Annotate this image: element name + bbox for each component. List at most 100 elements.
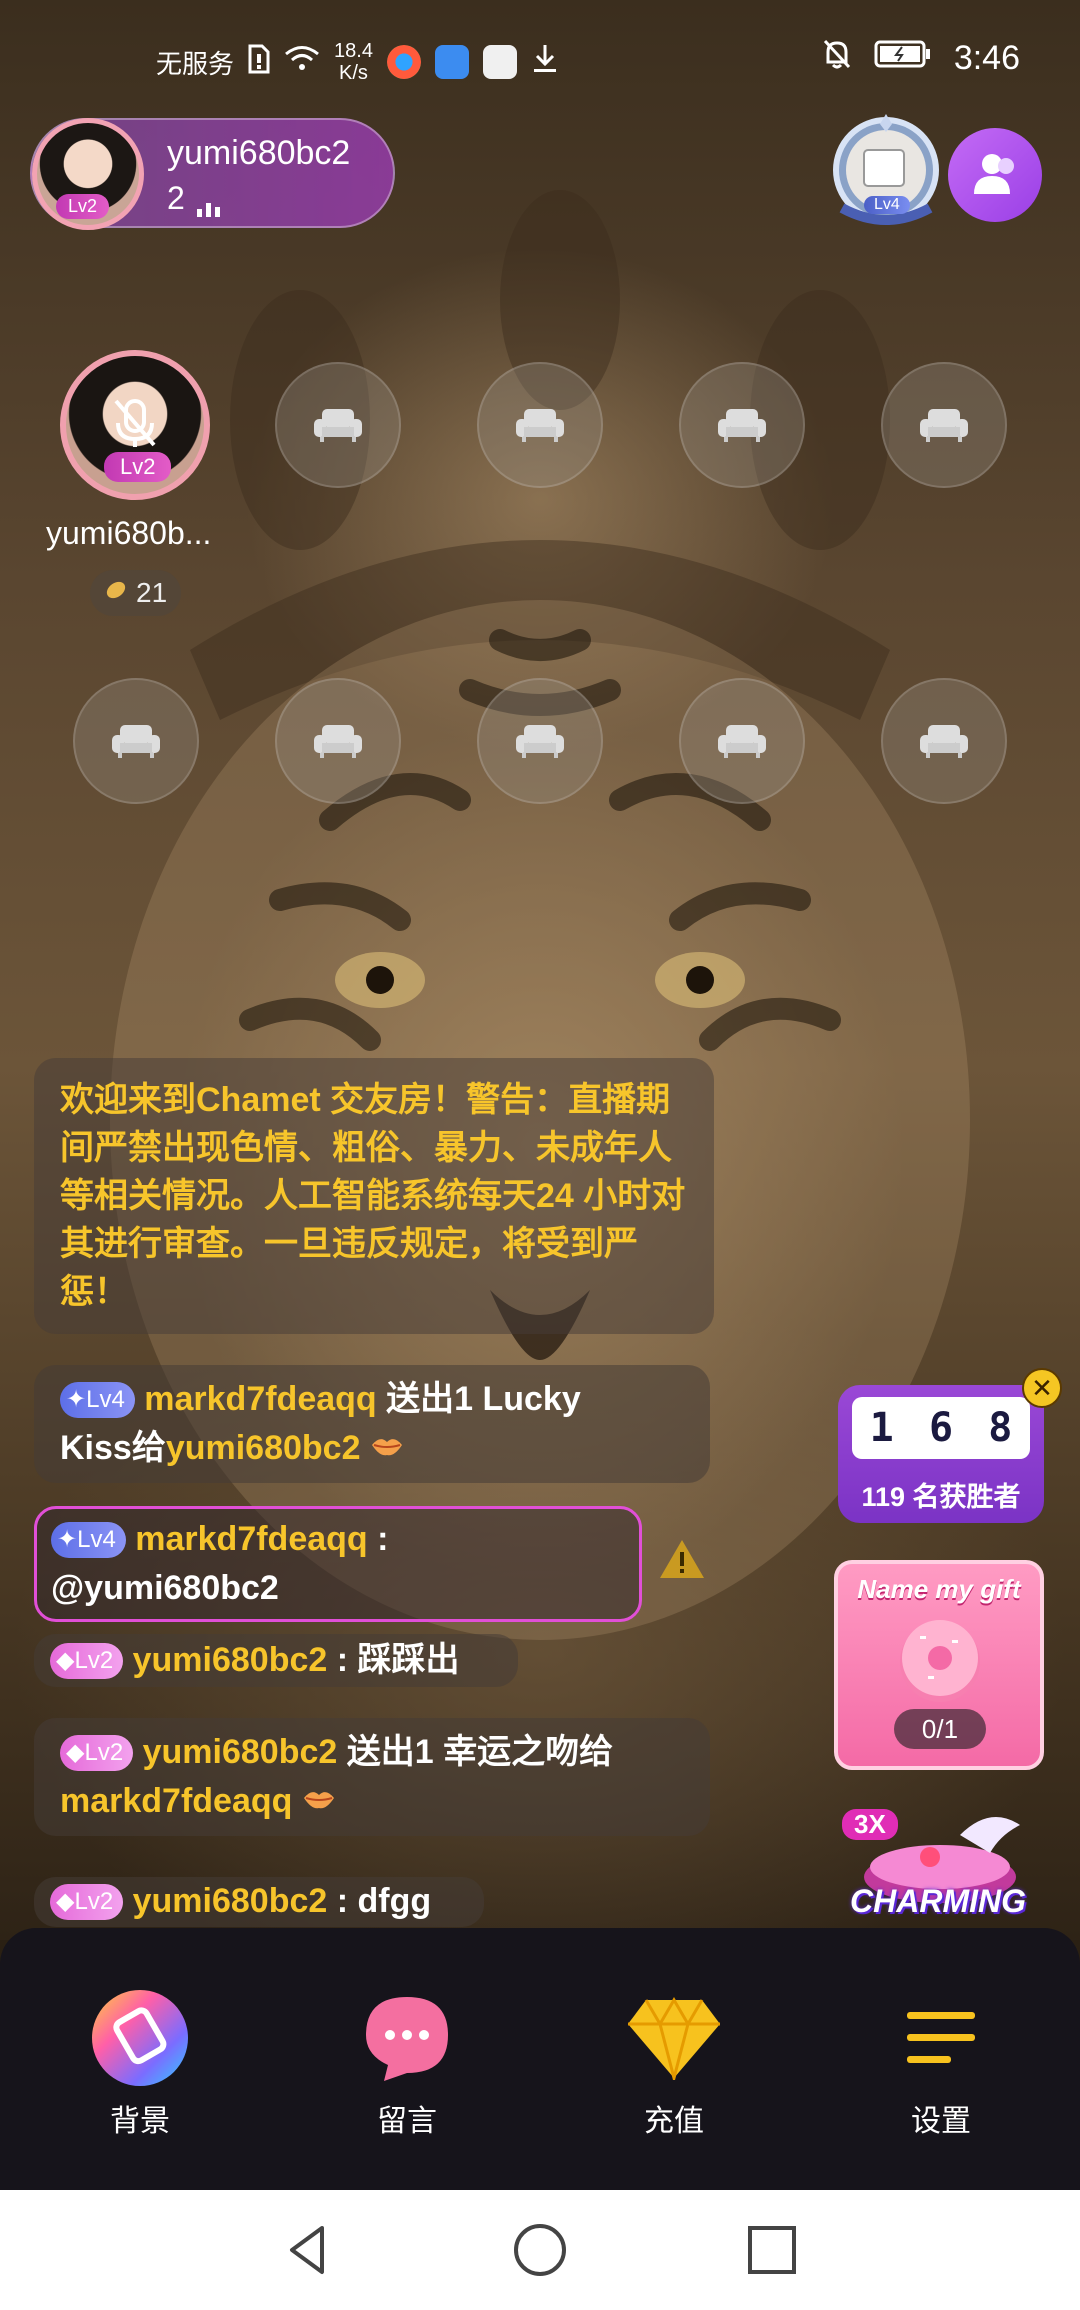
message-button[interactable]: 留言 — [327, 1988, 487, 2140]
lucky-digits: 1 6 8 — [852, 1397, 1030, 1459]
chat-username[interactable]: yumi680bc2 — [143, 1733, 338, 1771]
sofa-icon — [718, 725, 766, 758]
chat-level-badge: ✦Lv4 — [60, 1382, 135, 1418]
members-icon — [974, 154, 1014, 194]
empty-seat[interactable] — [881, 362, 1007, 488]
back-icon[interactable] — [278, 2220, 338, 2280]
status-left: 无服务 18.4 K/s — [156, 40, 559, 84]
empty-seat[interactable] — [477, 678, 603, 804]
chat-message[interactable]: ✦Lv4 markd7fdeaqq 送出1 Lucky Kiss给yumi680… — [34, 1365, 710, 1483]
chat-username[interactable]: markd7fdeaqq — [135, 1520, 367, 1558]
host-seat-score: 21 — [90, 570, 182, 616]
chat-username[interactable]: markd7fdeaqq — [144, 1380, 376, 1418]
lucky-winners-count: 119 名获胜者 — [861, 1482, 1021, 1512]
download-icon — [531, 43, 559, 82]
gift-progress: 0/1 — [894, 1709, 986, 1749]
wifi-icon — [284, 45, 320, 80]
online-count-value: 2 — [167, 180, 185, 216]
recent-apps-icon[interactable] — [742, 2220, 802, 2280]
sofa-icon — [920, 409, 968, 442]
empty-seat[interactable] — [477, 362, 603, 488]
chat-level-badge: ◆Lv2 — [60, 1735, 134, 1771]
huawei-app-icon — [482, 45, 517, 79]
app-store-icon — [434, 45, 469, 79]
host-name: yumi680bc2 — [167, 134, 351, 172]
toolbar-label: 背景 — [110, 2105, 170, 2138]
chat-level-text: Lv4 — [77, 1526, 116, 1553]
bean-icon — [104, 577, 128, 609]
empty-seat[interactable] — [73, 678, 199, 804]
system-nav-bar — [0, 2190, 1080, 2310]
empty-seat[interactable] — [881, 678, 1007, 804]
lucky-digit: 1 — [869, 1405, 894, 1451]
empty-seat[interactable] — [679, 362, 805, 488]
chat-username[interactable]: yumi680bc2 — [133, 1641, 328, 1679]
chat-level-text: Lv2 — [84, 1739, 124, 1766]
chat-level-text: Lv2 — [74, 1888, 114, 1915]
empty-seat[interactable] — [679, 678, 805, 804]
chat-username[interactable]: yumi680bc2 — [133, 1882, 328, 1920]
empty-seat[interactable] — [275, 362, 401, 488]
sim-icon — [248, 44, 270, 81]
charming-event-widget[interactable]: 3X CHARMING — [840, 1805, 1040, 1923]
chat-message[interactable]: ◆Lv2 yumi680bc2 送出1 幸运之吻给 markd7fdeaqq — [34, 1718, 710, 1836]
home-icon[interactable] — [510, 2220, 570, 2280]
host-info-pill[interactable]: Lv2 yumi680bc2 2 — [30, 118, 395, 230]
settings-icon — [891, 1988, 991, 2088]
chat-level-badge: ✦Lv4 — [51, 1522, 126, 1558]
empty-seat[interactable] — [275, 678, 401, 804]
signal-bars-icon — [196, 195, 220, 217]
toolbar-label: 留言 — [377, 2105, 437, 2138]
toolbar-label: 充值 — [644, 2105, 704, 2138]
lips-gift-icon — [302, 1782, 336, 1820]
recharge-button[interactable]: 充值 — [594, 1988, 754, 2140]
chat-mention-text: @yumi680bc2 — [51, 1569, 279, 1607]
background-icon — [90, 1988, 190, 2088]
lucky-draw-widget[interactable]: 1 6 8 119 名获胜者 — [838, 1385, 1044, 1523]
host-seat-level: Lv2 — [104, 452, 172, 482]
net-speed: 18.4 K/s — [334, 40, 373, 84]
chat-message[interactable]: ◆Lv2 yumi680bc2 : dfgg — [34, 1877, 484, 1927]
message-icon — [357, 1988, 457, 2088]
donut-icon — [900, 1620, 980, 1702]
battery-icon — [874, 39, 932, 78]
lucky-digit: 8 — [988, 1405, 1013, 1451]
chat-message[interactable]: ◆Lv2 yumi680bc2 : 踩踩出 — [34, 1634, 518, 1687]
charming-multiplier: 3X — [842, 1809, 898, 1840]
chat-level-badge: ◆Lv2 — [50, 1884, 124, 1920]
chat-text: Kiss给 — [60, 1429, 166, 1467]
chat-text: : dfgg — [327, 1882, 432, 1920]
chat-message-mention[interactable]: ✦Lv4 markd7fdeaqq : @yumi680bc2 — [34, 1506, 642, 1622]
top-badge-level: Lv4 — [864, 196, 910, 214]
sofa-icon — [516, 725, 564, 758]
name-my-gift-widget[interactable]: Name my gift 0/1 — [834, 1560, 1044, 1770]
chat-target-user[interactable]: markd7fdeaqq — [60, 1782, 292, 1820]
status-bar: 无服务 18.4 K/s 3:46 — [0, 0, 1080, 120]
charming-label: CHARMING — [850, 1883, 1026, 1919]
chat-level-badge: ◆Lv2 — [50, 1643, 124, 1679]
top-contributor-badge[interactable]: Lv4 — [830, 112, 942, 232]
chat-text: : — [367, 1520, 389, 1558]
online-count: 2 — [167, 180, 220, 217]
mic-muted-icon — [110, 395, 160, 456]
sofa-icon — [516, 409, 564, 442]
status-right: 3:46 — [822, 38, 1020, 79]
net-speed-unit: K/s — [339, 62, 368, 84]
host-level-badge: Lv2 — [56, 194, 110, 219]
chat-target-user[interactable]: yumi680bc2 — [166, 1429, 361, 1467]
carrier-label: 无服务 — [156, 48, 235, 79]
lucky-digit: 6 — [928, 1405, 954, 1451]
close-icon[interactable]: ✕ — [1022, 1368, 1062, 1408]
mute-bell-icon — [822, 38, 852, 79]
settings-button[interactable]: 设置 — [861, 1988, 1021, 2140]
bottom-toolbar: 背景 留言 充值 设置 — [0, 1928, 1080, 2190]
warning-icon[interactable] — [658, 1538, 706, 1585]
background-button[interactable]: 背景 — [60, 1988, 220, 2140]
net-speed-value: 18.4 — [334, 40, 373, 62]
system-notice: 欢迎来到Chamet 交友房！警告：直播期间严禁出现色情、粗俗、暴力、未成年人等… — [34, 1058, 714, 1334]
room-members-button[interactable] — [948, 128, 1042, 222]
sofa-icon — [314, 409, 362, 442]
diamond-icon — [624, 1988, 724, 2088]
gift-widget-title: Name my gift — [857, 1574, 1021, 1604]
sofa-icon — [920, 725, 968, 758]
